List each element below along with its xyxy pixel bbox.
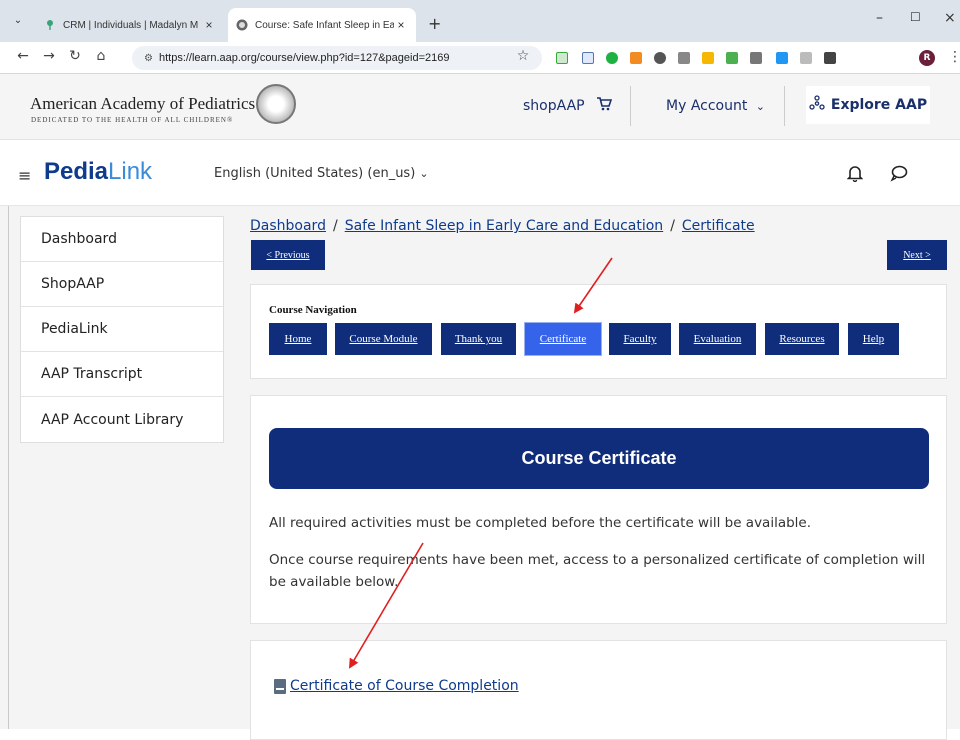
my-account-label: My Account <box>666 98 748 114</box>
extension-clipboard-icon[interactable] <box>800 52 812 64</box>
course-certificate-heading: Course Certificate <box>269 428 929 489</box>
new-tab-icon[interactable]: + <box>428 14 441 33</box>
extension-screen-icon[interactable] <box>582 52 594 64</box>
sidebar: Dashboard ShopAAP PediaLink AAP Transcri… <box>20 216 224 443</box>
profile-avatar[interactable]: R <box>919 50 935 66</box>
browser-menu-icon[interactable]: ⋮ <box>948 49 960 65</box>
breadcrumb: Dashboard / Safe Infant Sleep in Early Car… <box>250 218 755 234</box>
course-nav-resources-button[interactable]: Resources <box>765 323 839 355</box>
language-label: English (United States) (en_us) <box>214 166 416 181</box>
browser-tab-bar: ⌄ CRM | Individuals | Madalyn M × Course… <box>0 0 960 42</box>
window-close-icon[interactable]: × <box>944 10 956 26</box>
breadcrumb-separator: / <box>332 218 338 234</box>
address-bar[interactable]: ⚙ https://learn.aap.org/course/view.php?… <box>132 46 542 70</box>
pedialink-logo-light: Link <box>108 158 153 185</box>
maximize-icon[interactable]: ☐ <box>910 10 921 24</box>
next-page-button[interactable]: Next > <box>887 240 947 270</box>
language-selector[interactable]: English (United States) (en_us) ⌄ <box>214 166 429 181</box>
bookmark-star-icon[interactable]: ☆ <box>514 48 532 64</box>
tab-search-button[interactable]: ⌄ <box>8 10 28 30</box>
course-nav-faculty-button[interactable]: Faculty <box>609 323 671 355</box>
previous-page-button[interactable]: < Previous <box>251 240 325 270</box>
tab-title: Course: Safe Infant Sleep in Earl <box>255 19 394 31</box>
course-nav-evaluation-button[interactable]: Evaluation <box>679 323 756 355</box>
sidebar-item-shopaap[interactable]: ShopAAP <box>21 262 223 307</box>
cart-icon[interactable] <box>596 96 613 116</box>
shop-aap-link[interactable]: shopAAP <box>523 98 585 114</box>
course-nav-certificate-button[interactable]: Certificate <box>524 322 602 356</box>
extension-gear-icon[interactable] <box>654 52 666 64</box>
header-divider <box>630 86 631 126</box>
browser-tab-course[interactable]: Course: Safe Infant Sleep in Earl × <box>228 8 416 42</box>
certificate-document-icon <box>274 678 286 694</box>
aap-seal-logo[interactable] <box>256 84 296 124</box>
extension-orange-icon[interactable] <box>630 52 642 64</box>
course-navigation-title: Course Navigation <box>269 304 357 316</box>
extension-green-circle-icon[interactable] <box>606 52 618 64</box>
pedialink-logo[interactable]: PediaLink <box>44 158 152 186</box>
forward-icon[interactable]: → <box>40 48 58 64</box>
course-nav-thank-you-button[interactable]: Thank you <box>441 323 516 355</box>
extension-notion-icon[interactable] <box>556 52 568 64</box>
certificate-of-completion-link[interactable]: Certificate of Course Completion <box>290 678 519 694</box>
extension-puzzle-icon[interactable] <box>678 52 690 64</box>
certificate-availability-text: Once course requirements have been met, … <box>269 552 926 590</box>
breadcrumb-dashboard[interactable]: Dashboard <box>250 218 326 234</box>
notification-bell-icon[interactable] <box>846 164 864 186</box>
close-tab-icon[interactable]: × <box>394 18 408 32</box>
browser-tab-crm[interactable]: CRM | Individuals | Madalyn M × <box>36 8 224 42</box>
pedialink-navbar: ≡ PediaLink English (United States) (en_… <box>0 140 960 206</box>
sidebar-item-pedialink[interactable]: PediaLink <box>21 307 223 352</box>
breadcrumb-certificate[interactable]: Certificate <box>682 218 755 234</box>
reload-icon[interactable]: ↻ <box>66 48 84 64</box>
aap-tagline: DEDICATED TO THE HEALTH OF ALL CHILDREN® <box>31 116 234 124</box>
course-nav-course-module-button[interactable]: Course Module <box>335 323 432 355</box>
page-left-edge <box>8 206 9 729</box>
aap-logo-text[interactable]: American Academy of Pediatrics <box>30 94 255 114</box>
sidebar-item-dashboard[interactable]: Dashboard <box>21 217 223 262</box>
extension-drive-icon[interactable] <box>726 52 738 64</box>
extensions-menu-icon[interactable] <box>824 52 836 64</box>
chevron-down-icon: ⌄ <box>419 167 429 180</box>
home-icon[interactable]: ⌂ <box>92 48 110 64</box>
header-divider <box>784 86 785 126</box>
extension-arrow-icon[interactable] <box>750 52 762 64</box>
back-icon[interactable]: ← <box>14 48 32 64</box>
minimize-icon[interactable]: – <box>876 10 883 26</box>
certificate-link-row: Certificate of Course Completion <box>274 678 519 694</box>
explore-aap-label: Explore AAP <box>830 97 928 113</box>
crm-favicon-icon <box>44 19 56 31</box>
breadcrumb-course[interactable]: Safe Infant Sleep in Early Care and Educ… <box>345 218 664 234</box>
my-account-menu[interactable]: My Account ⌄ <box>666 98 765 114</box>
network-icon <box>809 95 825 115</box>
url-text: https://learn.aap.org/course/view.php?id… <box>158 52 450 64</box>
browser-toolbar: ← → ↻ ⌂ ⚙ https://learn.aap.org/course/v… <box>0 42 960 74</box>
breadcrumb-separator: / <box>670 218 675 234</box>
aap-favicon-icon <box>236 19 248 31</box>
close-tab-icon[interactable]: × <box>202 18 216 32</box>
hamburger-menu-icon[interactable]: ≡ <box>18 166 31 185</box>
certificate-requirement-text: All required activities must be complete… <box>269 515 812 531</box>
sidebar-item-aap-transcript[interactable]: AAP Transcript <box>21 352 223 397</box>
explore-aap-button[interactable]: Explore AAP <box>806 86 930 124</box>
site-info-icon[interactable]: ⚙ <box>144 53 153 64</box>
messages-icon[interactable] <box>890 164 908 186</box>
course-nav-help-button[interactable]: Help <box>848 323 899 355</box>
sidebar-item-aap-account-library[interactable]: AAP Account Library <box>21 397 223 442</box>
chevron-down-icon: ⌄ <box>755 100 766 113</box>
extension-blue-icon[interactable] <box>776 52 788 64</box>
pedialink-logo-bold: Pedia <box>44 158 109 185</box>
extension-yellow-icon[interactable] <box>702 52 714 64</box>
course-nav-home-button[interactable]: Home <box>269 323 327 355</box>
tab-title: CRM | Individuals | Madalyn M <box>63 19 199 31</box>
